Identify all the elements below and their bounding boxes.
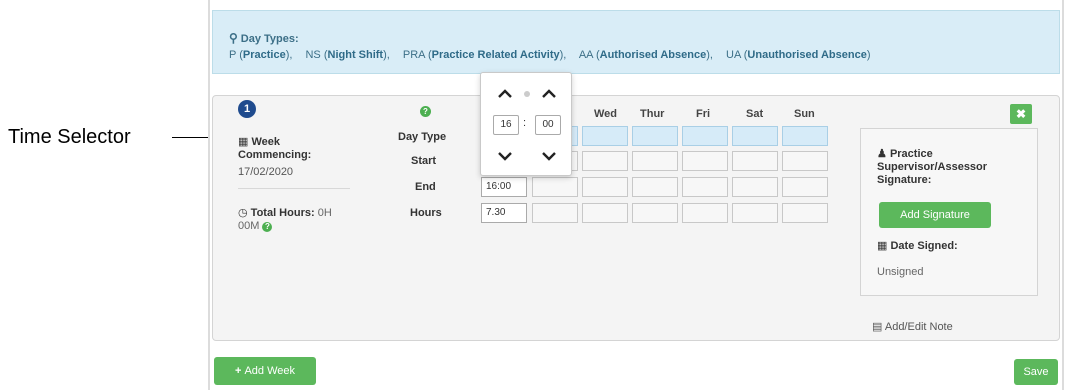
week-commencing-label: ▦ Week Commencing: — [238, 136, 348, 162]
time-separator: : — [523, 117, 527, 129]
total-hours-label: ◷ Total Hours: 0H 00M ? — [238, 207, 348, 233]
total-hours-label-text: Total Hours: — [250, 207, 315, 219]
end-time-input[interactable] — [732, 177, 778, 197]
end-time-input[interactable]: 16:00 — [481, 177, 527, 197]
add-edit-note-text: Add/Edit Note — [884, 321, 953, 333]
clock-icon: ◷ — [238, 207, 248, 219]
hours-input[interactable] — [632, 203, 678, 223]
day-types-title-text: Day Types: — [240, 33, 299, 45]
divider — [238, 188, 350, 189]
type-code: AA — [578, 49, 593, 61]
day-types-list: P (Practice), NS (Night Shift), PRA (Pra… — [229, 49, 871, 61]
minute-decrement-icon[interactable] — [541, 151, 557, 161]
hour-decrement-icon[interactable] — [497, 151, 513, 161]
minute-input[interactable]: 00 — [535, 115, 561, 135]
type-name: Night Shift — [327, 49, 384, 61]
signature-title-text: Practice Supervisor/Assessor Signature: — [877, 148, 988, 186]
add-edit-note-link[interactable]: ▤ Add/Edit Note — [872, 320, 953, 333]
day-type-select[interactable] — [732, 126, 778, 146]
week-commencing-label-text: Week Commencing: — [238, 136, 312, 161]
plus-icon: + — [235, 365, 242, 377]
day-header-wed: Wed — [594, 108, 618, 120]
day-types-info: ⚲ Day Types: P (Practice), NS (Night Shif… — [212, 10, 1060, 74]
start-time-input[interactable] — [682, 151, 728, 171]
row-label-hours: Hours — [410, 207, 442, 219]
minute-increment-icon[interactable] — [541, 89, 557, 99]
calendar-icon: ▦ — [238, 136, 249, 148]
hours-input[interactable] — [732, 203, 778, 223]
signature-status: Unsigned — [877, 266, 924, 278]
hour-increment-icon[interactable] — [497, 89, 513, 99]
type-name: Practice — [242, 49, 286, 61]
day-type-select[interactable] — [632, 126, 678, 146]
day-type-select[interactable] — [682, 126, 728, 146]
row-label-end: End — [415, 181, 436, 193]
end-time-input[interactable] — [682, 177, 728, 197]
hours-input[interactable] — [782, 203, 828, 223]
type-name: Practice Related Activity — [431, 49, 560, 61]
end-time-input[interactable] — [782, 177, 828, 197]
week-commencing-date: 17/02/2020 — [238, 166, 294, 178]
popup-pointer — [524, 91, 530, 97]
hours-input[interactable] — [582, 203, 628, 223]
day-type-help-icon[interactable]: ? — [420, 106, 431, 117]
type-code: NS — [305, 49, 321, 61]
day-type-select[interactable] — [582, 126, 628, 146]
end-time-input[interactable] — [532, 177, 578, 197]
day-types-title: ⚲ Day Types: — [229, 31, 299, 45]
type-code: P — [229, 49, 237, 61]
user-icon: ♟ — [877, 148, 887, 160]
type-name: Authorised Absence — [599, 49, 707, 61]
end-time-input[interactable] — [632, 177, 678, 197]
add-signature-button[interactable]: Add Signature — [879, 202, 991, 228]
add-week-button[interactable]: + Add Week — [214, 357, 316, 385]
search-icon: ⚲ — [229, 31, 238, 45]
row-label-start: Start — [411, 155, 437, 167]
close-icon: ✖ — [1015, 107, 1027, 121]
start-time-input[interactable] — [632, 151, 678, 171]
hour-input[interactable]: 16 — [493, 115, 519, 135]
day-header-sun: Sun — [794, 108, 815, 120]
hours-input[interactable]: 7.30 — [481, 203, 527, 223]
calendar-icon: ▦ — [877, 240, 888, 252]
hours-input[interactable] — [682, 203, 728, 223]
type-name: Unauthorised Absence — [747, 49, 867, 61]
signature-title: ♟ Practice Supervisor/Assessor Signature… — [877, 148, 1027, 187]
type-code: UA — [726, 49, 741, 61]
add-week-label: Add Week — [244, 365, 295, 377]
day-type-select[interactable] — [782, 126, 828, 146]
day-header-fri: Fri — [696, 108, 711, 120]
date-signed-label: ▦ Date Signed: — [877, 239, 958, 252]
start-time-input[interactable] — [732, 151, 778, 171]
time-selector-popup: 16 : 00 — [480, 72, 572, 176]
annotation-label: Time Selector — [8, 126, 131, 148]
save-button[interactable]: Save — [1014, 359, 1058, 385]
row-label-day-type: Day Type — [398, 131, 447, 143]
day-header-sat: Sat — [746, 108, 764, 120]
start-time-input[interactable] — [782, 151, 828, 171]
end-time-input[interactable] — [582, 177, 628, 197]
day-header-thur: Thur — [640, 108, 665, 120]
hours-input[interactable] — [532, 203, 578, 223]
type-code: PRA — [402, 49, 425, 61]
note-icon: ▤ — [872, 321, 883, 333]
remove-week-button[interactable]: ✖ — [1010, 104, 1032, 124]
start-time-input[interactable] — [582, 151, 628, 171]
help-icon[interactable]: ? — [262, 222, 273, 232]
week-number-badge: 1 — [238, 100, 256, 118]
date-signed-label-text: Date Signed: — [890, 240, 958, 252]
